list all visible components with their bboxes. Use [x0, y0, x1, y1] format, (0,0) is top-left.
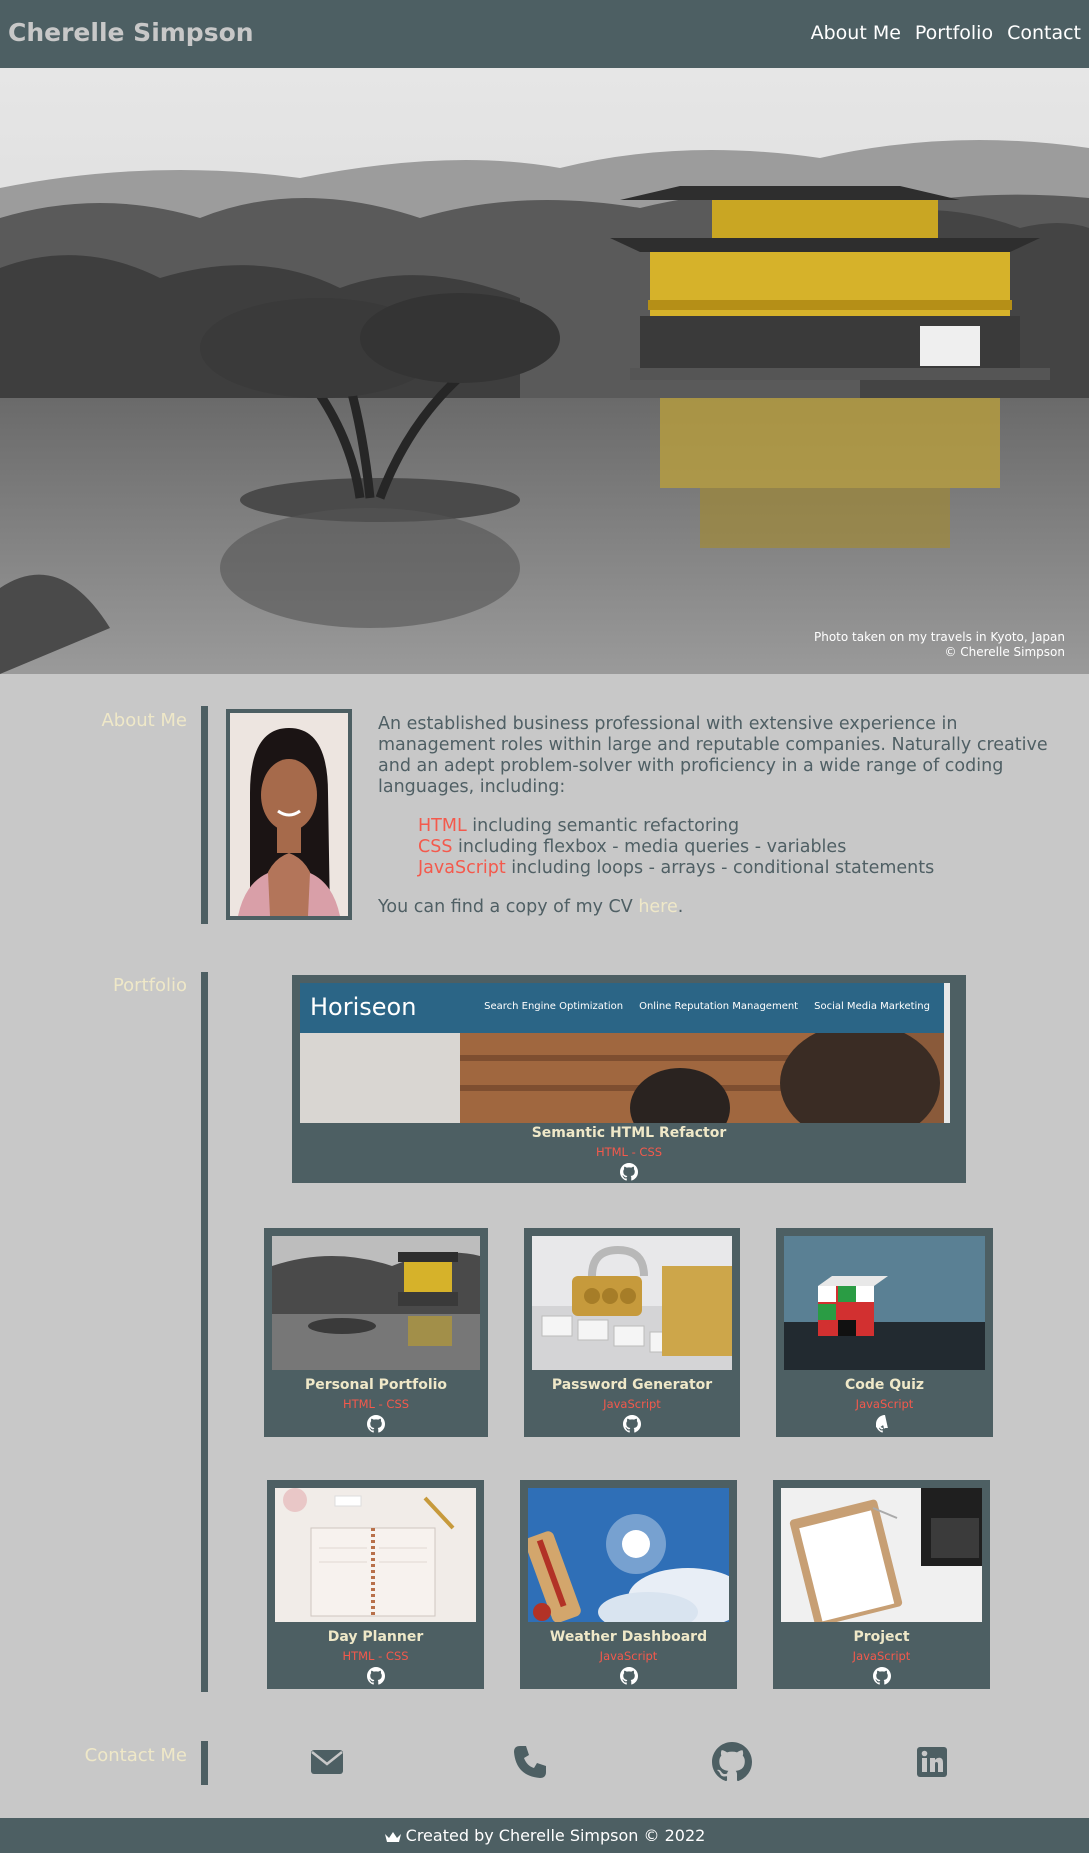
project-card[interactable]: Password Generator JavaScript: [524, 1228, 740, 1437]
project-card[interactable]: Day Planner HTML - CSS: [267, 1480, 484, 1689]
featured-project-card[interactable]: Horiseon Search Engine Optimization Onli…: [292, 975, 966, 1183]
project-card[interactable]: Weather Dashboard JavaScript: [520, 1480, 737, 1689]
footer-text: Created by Cherelle Simpson © 2022: [405, 1826, 706, 1845]
project-thumbnail: [781, 1488, 982, 1622]
nav-portfolio[interactable]: Portfolio: [915, 22, 993, 44]
project-tech: HTML - CSS: [342, 1649, 409, 1663]
skill-item: JavaScript including loops - arrays - co…: [418, 858, 1048, 879]
preview-hero-image: [300, 1033, 950, 1123]
project-thumbnail: [275, 1488, 476, 1622]
skill-name: CSS: [418, 837, 453, 857]
preview-nav-item: Online Reputation Management: [639, 1001, 799, 1012]
project-thumbnail: [532, 1236, 732, 1370]
preview-nav-item: Social Media Marketing: [814, 1001, 930, 1012]
project-card[interactable]: Code Quiz JavaScript: [776, 1228, 993, 1437]
site-header: Cherelle Simpson About Me Portfolio Cont…: [0, 0, 1089, 68]
preview-brand: Horiseon: [310, 993, 417, 1021]
hero-caption: Photo taken on my travels in Kyoto, Japa…: [814, 630, 1065, 660]
project-card[interactable]: Project JavaScript: [773, 1480, 990, 1689]
hero-caption-copyright: © Cherelle Simpson: [944, 645, 1065, 659]
avatar: [226, 709, 352, 920]
project-thumbnail: [784, 1236, 985, 1370]
project-thumbnail: [272, 1236, 480, 1370]
github-icon[interactable]: [872, 1667, 891, 1685]
nav-about-me[interactable]: About Me: [811, 22, 901, 44]
preview-nav: Search Engine Optimization Online Reputa…: [484, 1001, 930, 1012]
github-icon[interactable]: [712, 1742, 752, 1782]
cv-suffix: .: [677, 897, 684, 917]
preview-scrollbar[interactable]: [944, 983, 950, 1123]
portfolio-section-label: Portfolio: [112, 975, 187, 996]
github-icon[interactable]: [366, 1667, 385, 1685]
project-title[interactable]: Semantic HTML Refactor: [292, 1125, 966, 1141]
preview-nav-item: Search Engine Optimization: [484, 1001, 624, 1012]
about-section-label: About Me: [101, 710, 187, 731]
skills-list: HTML including semantic refactoring CSS …: [418, 816, 1048, 879]
contact-divider: [201, 1741, 208, 1785]
project-title[interactable]: Project: [773, 1629, 990, 1645]
project-tech: JavaScript: [855, 1397, 914, 1411]
project-title[interactable]: Personal Portfolio: [264, 1377, 488, 1393]
featured-project-preview: Horiseon Search Engine Optimization Onli…: [300, 983, 950, 1123]
project-tech: JavaScript: [603, 1397, 661, 1411]
phone-icon[interactable]: [510, 1742, 550, 1782]
cv-link[interactable]: here: [638, 897, 677, 917]
skill-name: HTML: [418, 816, 467, 836]
portfolio-divider: [201, 972, 208, 1692]
hero-banner: Photo taken on my travels in Kyoto, Japa…: [0, 68, 1089, 674]
about-divider: [201, 706, 208, 924]
project-title[interactable]: Weather Dashboard: [520, 1629, 737, 1645]
site-footer: Created by Cherelle Simpson © 2022: [0, 1818, 1089, 1853]
preview-header: Horiseon Search Engine Optimization Onli…: [300, 983, 950, 1033]
project-tech: HTML - CSS: [595, 1145, 663, 1159]
github-icon[interactable]: [623, 1415, 641, 1433]
project-title[interactable]: Password Generator: [524, 1377, 740, 1393]
crown-icon: [384, 1831, 401, 1842]
hero-image: [0, 68, 1089, 674]
github-icon[interactable]: [619, 1667, 638, 1685]
project-tech: HTML - CSS: [342, 1397, 410, 1411]
contact-section-label: Contact Me: [84, 1745, 187, 1766]
envelope-icon[interactable]: [307, 1742, 347, 1782]
project-tech: JavaScript: [599, 1649, 658, 1663]
skill-detail: including flexbox - media queries - vari…: [452, 837, 847, 857]
github-icon[interactable]: [620, 1163, 638, 1181]
main-nav: About Me Portfolio Contact: [811, 22, 1081, 44]
project-thumbnail: [528, 1488, 729, 1622]
project-title[interactable]: Code Quiz: [776, 1377, 993, 1393]
skill-item: CSS including flexbox - media queries - …: [418, 837, 1048, 858]
skill-detail: including loops - arrays - conditional s…: [505, 858, 935, 878]
project-title[interactable]: Day Planner: [267, 1629, 484, 1645]
hero-caption-location: Photo taken on my travels in Kyoto, Japa…: [813, 630, 1065, 644]
cv-prefix: You can find a copy of my CV: [378, 897, 639, 917]
cv-line: You can find a copy of my CV here.: [378, 897, 1048, 918]
linkedin-icon[interactable]: [912, 1742, 952, 1782]
skill-name: JavaScript: [418, 858, 506, 878]
about-text: An established business professional wit…: [378, 714, 1048, 918]
github-icon[interactable]: [875, 1415, 894, 1433]
project-card[interactable]: Personal Portfolio HTML - CSS: [264, 1228, 488, 1437]
skill-item: HTML including semantic refactoring: [418, 816, 1048, 837]
skill-detail: including semantic refactoring: [466, 816, 740, 836]
nav-contact[interactable]: Contact: [1007, 22, 1081, 44]
about-intro: An established business professional wit…: [378, 714, 1048, 797]
project-tech: JavaScript: [852, 1649, 911, 1663]
site-title[interactable]: Cherelle Simpson: [8, 18, 254, 47]
github-icon[interactable]: [367, 1415, 385, 1433]
